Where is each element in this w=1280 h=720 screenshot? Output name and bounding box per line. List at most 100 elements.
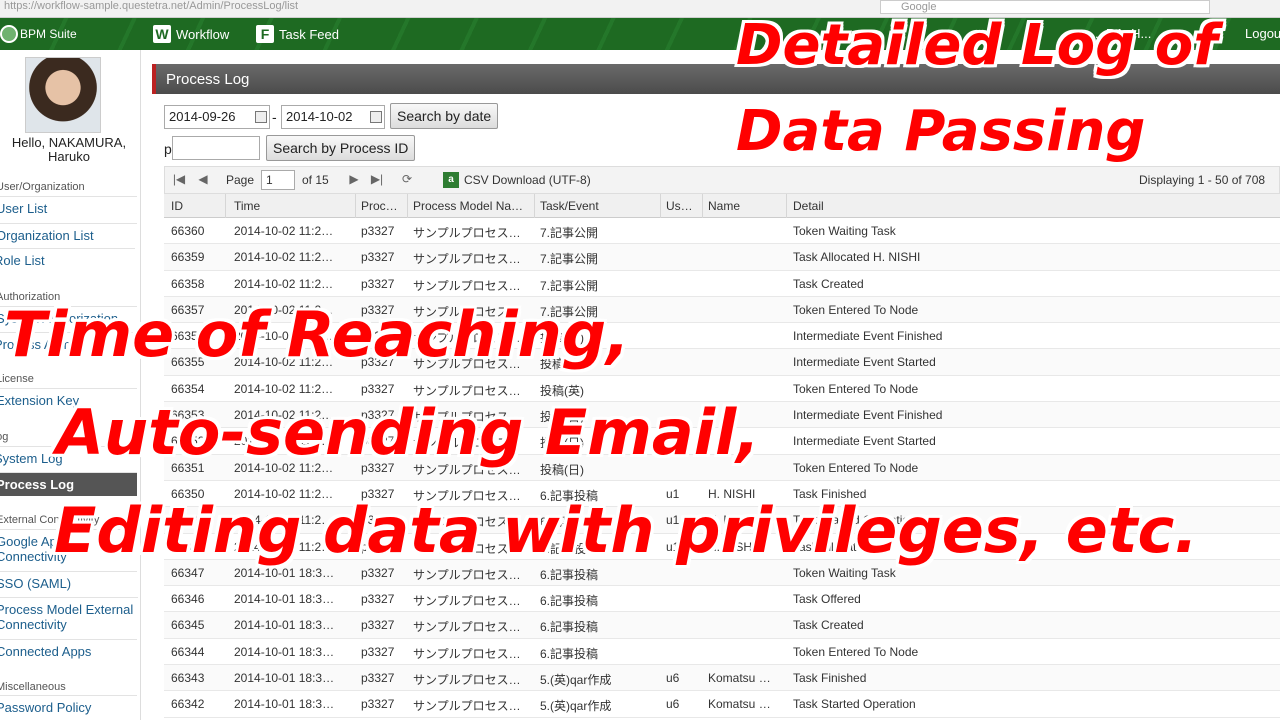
category-miscellaneous: Miscellaneous [0,681,66,693]
calendar-icon[interactable] [255,111,267,123]
table-row[interactable]: 66360 2014-10-02 11:2… p3327 サンプルプロセス… 7.記事公… [164,218,1280,245]
cell-process-model: サンプルプロセス… [413,252,521,267]
sidebar-item-user-list[interactable]: User List [0,196,137,216]
cell-detail: Task Created [793,618,864,633]
cell-detail: Intermediate Event Started [793,434,936,449]
page-number-input[interactable]: 1 [261,170,295,190]
date-from-field[interactable]: 2014-09-26 [164,105,270,129]
prev-page-icon[interactable]: ◀ [195,172,211,188]
caption-auto-sending-email: Auto-sending Email, [56,396,760,469]
table-row[interactable]: 66343 2014-10-01 18:3… p3327 サンプルプロセス… 5.(英)… [164,665,1280,692]
cell-user: u6 [666,697,680,712]
displaying-count: Displaying 1 - 50 of 708 [1139,173,1266,187]
column-header-user[interactable]: Us… [666,199,698,213]
cell-task-event: 7.記事公開 [540,226,599,240]
column-header-time[interactable]: Time [234,199,260,213]
grid-header: ID Time Proc… Process Model Na… Task/Eve… [164,194,1280,218]
cell-process-model: サンプルプロセス… [413,278,521,293]
cell-user: u6 [666,671,680,686]
cell-detail: Intermediate Event Finished [793,408,943,423]
table-row[interactable]: 66345 2014-10-01 18:3… p3327 サンプルプロセス… 6.記事投… [164,612,1280,639]
cell-task-event: 6.記事投稿 [540,567,599,582]
sidebar-item-process-model-external[interactable]: Process Model External Connectivity [0,597,138,632]
refresh-icon[interactable]: ⟳ [399,172,415,188]
cell-time: 2014-10-02 11:2… [234,250,334,265]
column-header-id[interactable]: ID [171,199,183,213]
sidebar-item-role-list[interactable]: Role List [0,248,135,268]
sidebar-item-organization-list[interactable]: Organization List [0,223,137,243]
cell-detail: Token Waiting Task [793,565,896,580]
cell-id: 66347 [171,565,205,580]
table-row[interactable]: 66346 2014-10-01 18:3… p3327 サンプルプロセス… 6.記事投… [164,586,1280,613]
app-logo[interactable]: BPM Suite [0,25,77,43]
cell-process: p3327 [361,671,395,686]
page-count: of 15 [302,173,329,187]
cell-id: 66359 [171,250,205,265]
first-page-icon[interactable]: |◀ [171,172,187,188]
nav-task-feed-label: Task Feed [279,26,339,42]
caption-editing-data: Editing data with privileges, etc. [54,494,1198,567]
search-by-process-id-button[interactable]: Search by Process ID [266,135,416,161]
avatar [25,57,101,133]
column-header-process[interactable]: Proc… [361,199,406,213]
process-id-prefix: p [164,141,172,157]
caption-data-passing: Data Passing [736,99,1146,164]
cell-process-model: サンプルプロセス… [413,226,521,240]
table-row[interactable]: 66344 2014-10-01 18:3… p3327 サンプルプロセス… 6.記事投… [164,639,1280,666]
sidebar-item-password-policy[interactable]: Password Policy [0,695,137,715]
date-from-value: 2014-09-26 [169,109,236,124]
category-user-org: User/Organization [0,181,85,193]
nav-workflow[interactable]: W Workflow [153,25,229,43]
search-by-date-button[interactable]: Search by date [390,103,499,129]
column-header-name[interactable]: Name [708,199,740,213]
table-row[interactable]: 66342 2014-10-01 18:3… p3327 サンプルプロセス… 5.(英)… [164,691,1280,718]
sidebar-item-process-log[interactable]: Process Log [0,472,137,496]
cell-id: 66360 [171,224,205,238]
cell-process: p3327 [361,592,395,607]
cell-detail: Token Entered To Node [793,381,919,396]
address-bar[interactable]: https://workflow-sample.questetra.net/Ad… [0,0,850,14]
table-row[interactable]: 66358 2014-10-02 11:2… p3327 サンプルプロセス… 7.記事公… [164,271,1280,297]
cell-process: p3327 [361,565,395,580]
date-to-field[interactable]: 2014-10-02 [281,105,385,129]
cell-process-model: サンプルプロセス… [413,567,521,582]
next-page-icon[interactable]: ▶ [346,172,362,188]
cell-process: p3327 [361,381,395,396]
cell-task-event: 6.記事投稿 [540,594,599,609]
logout-link[interactable]: Logout [1245,26,1280,41]
nav-task-feed[interactable]: F Task Feed [256,25,339,43]
calendar-icon[interactable] [370,111,382,123]
workflow-icon: W [153,25,171,43]
cell-process: p3327 [361,276,395,291]
column-header-task-event[interactable]: Task/Event [540,199,599,213]
process-id-input[interactable] [172,136,260,160]
cell-task-event: 7.記事公開 [540,252,599,267]
cell-task-event: 5.(英)qar作成 [540,699,612,714]
cell-name: Komatsu … [708,697,771,712]
cell-task-event: 5.(英)qar作成 [540,673,612,688]
cell-id: 66346 [171,592,205,607]
category-license: License [0,373,34,385]
cell-task-event: 6.記事投稿 [540,620,599,635]
cell-id: 66342 [171,697,205,712]
csv-download-link[interactable]: CSV Download (UTF-8) [464,173,591,187]
cell-task-event: 6.記事投稿 [540,646,599,661]
grid-toolbar: |◀ ◀ Page 1 of 15 ▶ ▶| ⟳ a CSV Download … [164,166,1280,194]
cell-detail: Task Started Operation [793,697,916,712]
last-page-icon[interactable]: ▶| [369,172,385,188]
logo-text: BPM Suite [20,27,77,41]
cell-detail: Token Entered To Node [793,644,919,659]
user-greeting: Hello, NAKAMURA, Haruko [11,135,127,164]
browser-search-box[interactable]: Google [880,0,1210,14]
csv-icon[interactable]: a [443,172,459,188]
column-header-process-model[interactable]: Process Model Na… [413,199,533,213]
table-row[interactable]: 66359 2014-10-02 11:2… p3327 サンプルプロセス… 7.記事公… [164,244,1280,271]
cell-time: 2014-10-02 11:2… [234,224,334,238]
cell-name: Komatsu … [708,671,771,686]
cell-task-event: 7.記事公開 [540,278,599,293]
cell-detail: Task Created [793,276,864,291]
sidebar-item-connected-apps[interactable]: Connected Apps [0,639,137,659]
date-to-value: 2014-10-02 [286,109,353,124]
column-header-detail[interactable]: Detail [793,199,824,213]
sidebar-item-sso[interactable]: SSO (SAML) [0,571,137,591]
